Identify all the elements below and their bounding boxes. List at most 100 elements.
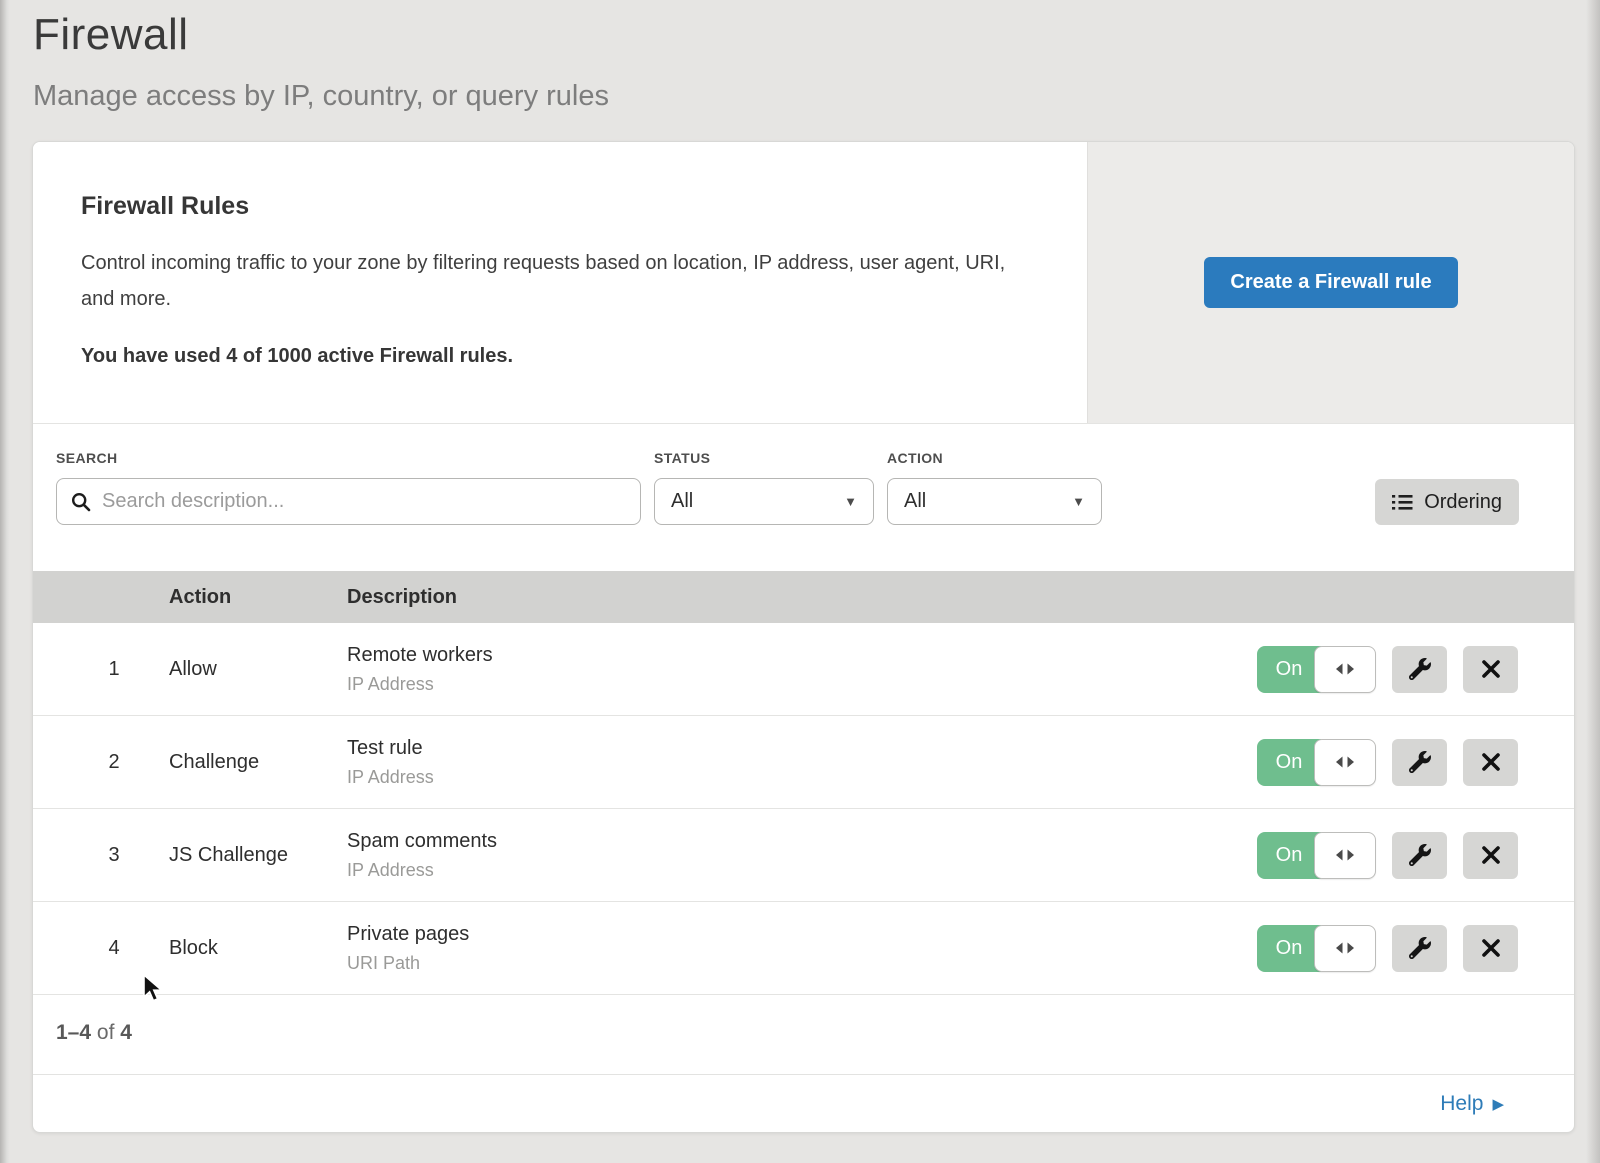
chevron-down-icon bbox=[1072, 495, 1085, 508]
table-header: Action Description bbox=[33, 571, 1574, 623]
toggle-handle[interactable] bbox=[1314, 925, 1376, 972]
action-field: ACTION All bbox=[887, 450, 1102, 525]
rule-description: Private pages bbox=[347, 923, 1222, 946]
status-selected-value: All bbox=[671, 490, 693, 513]
table-row: 2 Challenge Test rule IP Address On bbox=[33, 716, 1574, 809]
delete-rule-button[interactable] bbox=[1463, 925, 1518, 972]
play-arrow-icon bbox=[1492, 1097, 1504, 1112]
pagination-range: 1–4 bbox=[56, 1021, 91, 1044]
intro-heading: Firewall Rules bbox=[81, 192, 1017, 221]
left-right-arrows-icon bbox=[1335, 941, 1355, 955]
rule-criteria: URI Path bbox=[347, 953, 1222, 974]
table-row: 3 JS Challenge Spam comments IP Address … bbox=[33, 809, 1574, 902]
pagination-total: 4 bbox=[120, 1021, 132, 1044]
rule-enabled-toggle[interactable]: On bbox=[1257, 832, 1376, 879]
search-input[interactable] bbox=[102, 490, 626, 513]
help-link-label: Help bbox=[1440, 1092, 1483, 1116]
rule-description-cell: Remote workers IP Address bbox=[347, 644, 1222, 695]
pagination-status: 1–4 of 4 bbox=[33, 995, 1574, 1075]
delete-rule-button[interactable] bbox=[1463, 832, 1518, 879]
page-title: Firewall bbox=[33, 10, 1600, 60]
rule-description-cell: Private pages URI Path bbox=[347, 923, 1222, 974]
action-select[interactable]: All bbox=[887, 478, 1102, 525]
rule-controls: On bbox=[1222, 832, 1574, 879]
rule-position: 3 bbox=[59, 844, 169, 867]
toggle-handle[interactable] bbox=[1314, 739, 1376, 786]
edit-rule-button[interactable] bbox=[1392, 739, 1447, 786]
rule-description: Spam comments bbox=[347, 830, 1222, 853]
action-label: ACTION bbox=[887, 450, 1102, 466]
column-header-action: Action bbox=[169, 586, 347, 609]
ordering-button[interactable]: Ordering bbox=[1375, 479, 1519, 525]
help-link[interactable]: Help bbox=[1440, 1092, 1504, 1116]
window-edge-right bbox=[1586, 0, 1600, 1163]
usage-count-text: You have used 4 of 1000 active Firewall … bbox=[81, 345, 1017, 368]
wrench-icon bbox=[1409, 844, 1431, 866]
toggle-handle[interactable] bbox=[1314, 832, 1376, 879]
toggle-handle[interactable] bbox=[1314, 646, 1376, 693]
rule-description-cell: Spam comments IP Address bbox=[347, 830, 1222, 881]
wrench-icon bbox=[1409, 751, 1431, 773]
page-subtitle: Manage access by IP, country, or query r… bbox=[33, 80, 1600, 113]
search-label: SEARCH bbox=[56, 450, 641, 466]
search-input-wrapper[interactable] bbox=[56, 478, 641, 525]
rule-action: JS Challenge bbox=[169, 844, 347, 867]
chevron-down-icon bbox=[844, 495, 857, 508]
pagination-of: of bbox=[97, 1021, 115, 1044]
intro-section: Firewall Rules Control incoming traffic … bbox=[33, 142, 1574, 424]
left-right-arrows-icon bbox=[1335, 848, 1355, 862]
close-icon bbox=[1481, 938, 1501, 958]
rule-description: Remote workers bbox=[347, 644, 1222, 667]
rule-criteria: IP Address bbox=[347, 674, 1222, 695]
delete-rule-button[interactable] bbox=[1463, 739, 1518, 786]
rule-criteria: IP Address bbox=[347, 860, 1222, 881]
rule-controls: On bbox=[1222, 739, 1574, 786]
close-icon bbox=[1481, 845, 1501, 865]
wrench-icon bbox=[1409, 658, 1431, 680]
create-firewall-rule-button[interactable]: Create a Firewall rule bbox=[1204, 257, 1457, 308]
toggle-on-label: On bbox=[1257, 646, 1321, 693]
intro-description: Control incoming traffic to your zone by… bbox=[81, 245, 1017, 317]
toggle-on-label: On bbox=[1257, 832, 1321, 879]
rule-action: Challenge bbox=[169, 751, 347, 774]
firewall-rules-card: Firewall Rules Control incoming traffic … bbox=[32, 141, 1575, 1133]
rule-enabled-toggle[interactable]: On bbox=[1257, 646, 1376, 693]
rule-controls: On bbox=[1222, 646, 1574, 693]
action-selected-value: All bbox=[904, 490, 926, 513]
rule-controls: On bbox=[1222, 925, 1574, 972]
rule-enabled-toggle[interactable]: On bbox=[1257, 925, 1376, 972]
intro-side-panel: Create a Firewall rule bbox=[1087, 142, 1574, 423]
left-right-arrows-icon bbox=[1335, 755, 1355, 769]
window-edge-left bbox=[0, 0, 10, 1163]
filters-bar: SEARCH STATUS All ACTION All bbox=[33, 424, 1574, 525]
left-right-arrows-icon bbox=[1335, 662, 1355, 676]
rule-enabled-toggle[interactable]: On bbox=[1257, 739, 1376, 786]
search-field: SEARCH bbox=[56, 450, 641, 525]
wrench-icon bbox=[1409, 937, 1431, 959]
column-header-description: Description bbox=[347, 586, 1222, 609]
edit-rule-button[interactable] bbox=[1392, 925, 1447, 972]
rule-action: Allow bbox=[169, 658, 347, 681]
rule-position: 1 bbox=[59, 658, 169, 681]
rule-action: Block bbox=[169, 937, 347, 960]
status-select[interactable]: All bbox=[654, 478, 874, 525]
table-row: 1 Allow Remote workers IP Address On bbox=[33, 623, 1574, 716]
rule-criteria: IP Address bbox=[347, 767, 1222, 788]
rule-description: Test rule bbox=[347, 737, 1222, 760]
list-icon bbox=[1392, 494, 1413, 511]
close-icon bbox=[1481, 752, 1501, 772]
close-icon bbox=[1481, 659, 1501, 679]
page-header: Firewall Manage access by IP, country, o… bbox=[0, 0, 1600, 113]
rule-position: 4 bbox=[59, 937, 169, 960]
table-row: 4 Block Private pages URI Path On bbox=[33, 902, 1574, 995]
toggle-on-label: On bbox=[1257, 925, 1321, 972]
card-footer: Help bbox=[33, 1075, 1574, 1133]
edit-rule-button[interactable] bbox=[1392, 646, 1447, 693]
status-field: STATUS All bbox=[654, 450, 874, 525]
ordering-button-label: Ordering bbox=[1424, 491, 1502, 514]
edit-rule-button[interactable] bbox=[1392, 832, 1447, 879]
search-icon bbox=[71, 492, 91, 512]
delete-rule-button[interactable] bbox=[1463, 646, 1518, 693]
status-label: STATUS bbox=[654, 450, 874, 466]
rule-position: 2 bbox=[59, 751, 169, 774]
